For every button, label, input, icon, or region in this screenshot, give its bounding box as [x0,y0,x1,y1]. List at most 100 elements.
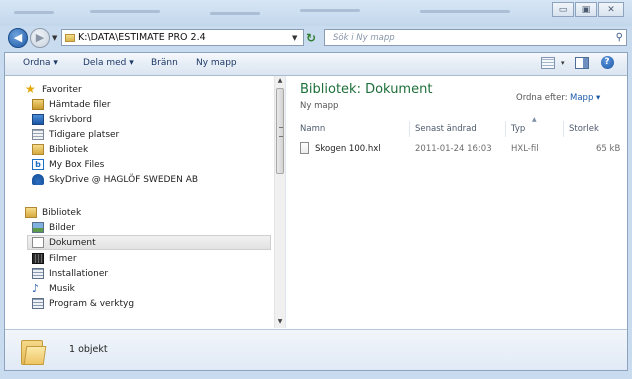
downloads-icon [32,99,44,110]
sidebar-item-label: Filmer [49,253,77,264]
search-icon[interactable]: ⚲ [616,32,626,43]
sidebar-item-music[interactable]: ♪ Musik [32,281,75,296]
navigation-scrollbar[interactable]: ▲ ▼ [274,76,285,328]
column-header-size[interactable]: Storlek [569,124,599,134]
sidebar-item-recent-places[interactable]: Tidigare platser [32,127,119,142]
file-modified: 2011-01-24 16:03 [415,144,492,154]
forward-button[interactable]: ▶ [30,28,50,48]
installations-icon [32,268,44,279]
recent-places-icon [32,129,44,140]
sidebar-item-label: Tidigare platser [49,129,120,140]
view-controls: ▾ ? [541,56,614,69]
column-header-type[interactable]: Typ [511,124,525,134]
sidebar-item-pictures[interactable]: Bilder [32,220,75,235]
sort-indicator-icon: ▲ [532,116,537,123]
blurred-title-text [300,9,360,12]
sidebar-item-installations[interactable]: Installationer [32,266,108,281]
skydrive-icon [32,174,44,185]
column-header-name[interactable]: Namn [300,124,325,134]
sidebar-item-videos[interactable]: Filmer [32,251,77,266]
sidebar-item-label: My Box Files [49,159,105,170]
file-list-pane: Bibliotek: Dokument Ny mapp Ordna efter:… [286,76,627,328]
arrange-by-dropdown[interactable]: Mapp ▾ [570,93,600,103]
blurred-title-text [90,10,160,13]
share-button[interactable]: Dela med ▾ [83,58,134,68]
back-button[interactable]: ◀ [8,28,28,48]
scroll-grip [279,127,283,137]
box-icon: b [32,159,44,170]
sidebar-item-label: Hämtade filer [49,99,111,110]
folder-icon [65,33,75,42]
blurred-title-text [210,12,260,15]
blurred-title-text [420,10,510,13]
new-folder-button[interactable]: Ny mapp [196,58,237,68]
sidebar-item-skydrive[interactable]: SkyDrive @ HAGLÖF SWEDEN AB [32,172,198,187]
maximize-button[interactable]: ▣ [575,2,597,17]
recent-pages-dropdown[interactable]: ▼ [52,34,57,42]
favorites-header[interactable]: ★ Favoriter [25,82,82,97]
window-controls: ▭ ▣ ✕ [551,2,624,17]
sidebar-item-label: Skrivbord [49,114,92,125]
organize-button[interactable]: Ordna ▾ [23,58,58,68]
file-size: 65 kB [596,144,621,154]
preview-pane-icon[interactable] [574,56,589,69]
navigation-pane: ★ Favoriter Hämtade filer Skrivbord Tidi… [5,76,286,328]
sidebar-item-downloads[interactable]: Hämtade filer [32,97,111,112]
arrange-by-label: Ordna efter: [516,93,568,103]
libraries-header[interactable]: Bibliotek [25,205,81,220]
libraries-label: Bibliotek [42,207,82,218]
file-type: HXL-fil [511,144,539,154]
refresh-icon[interactable]: ↻ [306,31,316,45]
burn-button[interactable]: Bränn [151,58,178,68]
view-icon[interactable] [541,56,555,69]
close-button[interactable]: ✕ [598,2,624,17]
column-divider[interactable] [409,121,410,137]
sidebar-item-label: Bibliotek [49,144,89,155]
pictures-icon [32,222,44,233]
item-count: 1 objekt [69,344,108,355]
file-row[interactable]: Skogen 100.hxl 2011-01-24 16:03 HXL-fil … [300,142,626,158]
libraries-icon [25,207,37,218]
explorer-frame: Ordna ▾ Dela med ▾ Bränn Ny mapp ▾ ? ★ F… [4,52,628,371]
column-divider[interactable] [563,121,564,137]
minimize-button[interactable]: ▭ [552,2,574,17]
details-pane: 1 objekt [5,329,627,370]
address-bar[interactable]: K:\DATA\ESTIMATE PRO 2.4 [61,29,304,46]
videos-icon [32,253,44,264]
sidebar-item-label: Bilder [49,222,76,233]
sidebar-item-library[interactable]: Bibliotek [32,142,88,157]
column-header-modified[interactable]: Senast ändrad [415,124,477,134]
library-subtitle: Ny mapp [300,101,339,111]
window-bottom-edge [0,371,632,379]
search-input[interactable]: Sök i Ny mapp ⚲ [324,29,627,46]
folder-icon [21,337,47,365]
blurred-title-text [14,11,54,14]
address-dropdown[interactable]: ▼ [292,34,297,42]
help-icon[interactable]: ? [600,56,614,69]
library-title: Bibliotek: Dokument [300,82,433,97]
sidebar-item-desktop[interactable]: Skrivbord [32,112,92,127]
documents-icon [32,237,44,248]
address-path: K:\DATA\ESTIMATE PRO 2.4 [78,32,206,43]
search-placeholder: Sök i Ny mapp [333,32,395,43]
column-divider[interactable] [505,121,506,137]
sidebar-item-programs[interactable]: Program & verktyg [32,296,134,311]
scroll-up-arrow[interactable]: ▲ [276,77,284,84]
desktop-icon [32,114,44,125]
sidebar-item-documents[interactable]: Dokument [27,235,271,250]
title-bar: ▭ ▣ ✕ [0,0,632,26]
scroll-down-arrow[interactable]: ▼ [276,318,284,325]
sidebar-item-box[interactable]: b My Box Files [32,157,104,172]
music-icon: ♪ [32,282,40,295]
view-dropdown[interactable]: ▾ [561,59,565,67]
sidebar-item-label: Dokument [49,237,96,248]
star-icon: ★ [25,82,36,96]
library-icon [32,144,44,155]
sidebar-item-label: SkyDrive @ HAGLÖF SWEDEN AB [49,174,199,185]
address-row: ◀ ▶ ▼ K:\DATA\ESTIMATE PRO 2.4 ▼ ↻ Sök i… [0,26,632,50]
sidebar-item-label: Installationer [49,268,109,279]
explorer-window: ▭ ▣ ✕ ◀ ▶ ▼ K:\DATA\ESTIMATE PRO 2.4 ▼ ↻… [0,0,632,379]
command-bar: Ordna ▾ Dela med ▾ Bränn Ny mapp ▾ ? [5,53,627,76]
scroll-thumb[interactable] [276,88,284,174]
programs-icon [32,298,44,309]
